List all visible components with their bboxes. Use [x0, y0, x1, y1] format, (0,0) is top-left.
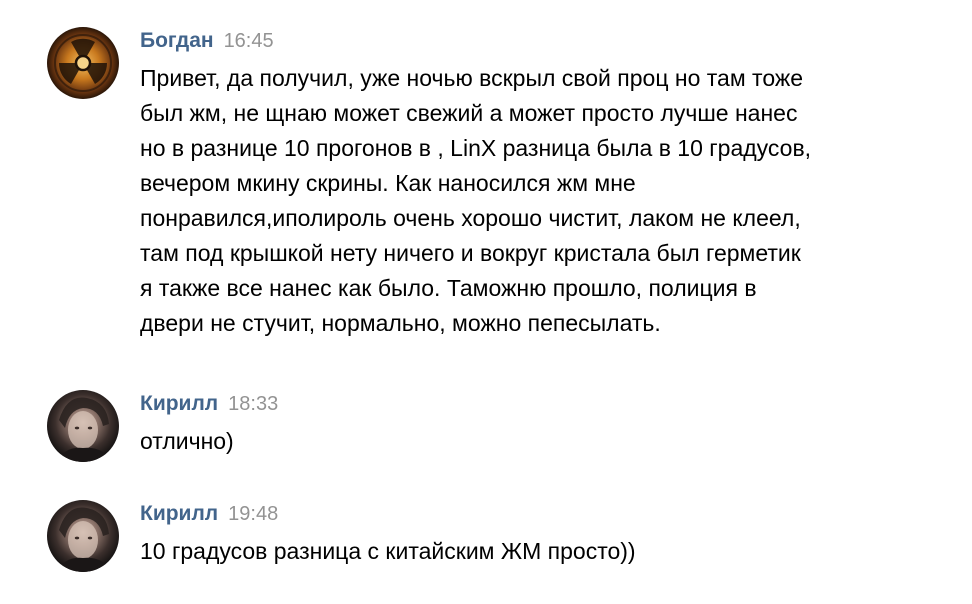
message-time[interactable]: 18:33: [228, 393, 278, 415]
message-text: Привет, да получил, уже ночью вскрыл сво…: [140, 61, 972, 341]
author-name[interactable]: Кирилл: [140, 392, 218, 415]
message-text-line: 10 градусов разница с китайским ЖМ прост…: [140, 538, 636, 564]
user-photo-icon: [47, 500, 119, 572]
message-content: Кирилл 19:48 10 градусов разница с китайс…: [140, 500, 972, 569]
message-text: отлично): [140, 424, 972, 459]
avatar[interactable]: [47, 390, 119, 462]
message-time[interactable]: 16:45: [224, 30, 274, 52]
radiation-symbol-icon: [47, 27, 119, 99]
message-content: Богдан 16:45 Привет, да получил, уже ночь…: [140, 27, 972, 341]
message-text-line: там под крышкой нету ничего и вокруг кри…: [140, 240, 801, 266]
message-header: Кирилл 18:33: [140, 390, 972, 418]
author-name[interactable]: Богдан: [140, 29, 214, 52]
user-photo-icon: [47, 390, 119, 462]
message-text-line: отлично): [140, 428, 234, 454]
message-time[interactable]: 19:48: [228, 503, 278, 525]
message-text-line: я также все нанес как было. Таможню прош…: [140, 275, 757, 301]
message-text-line: но в разнице 10 прогонов в , LinX разниц…: [140, 135, 812, 161]
message-text-line: Привет, да получил, уже ночью вскрыл сво…: [140, 65, 804, 91]
avatar[interactable]: [47, 27, 119, 99]
message-text: 10 градусов разница с китайским ЖМ прост…: [140, 534, 972, 569]
message-text-line: двери не стучит, нормально, можно пепесы…: [140, 310, 661, 336]
avatar[interactable]: [47, 500, 119, 572]
message-header: Богдан 16:45: [140, 27, 972, 55]
message-text-line: был жм, не щнаю может свежий а может про…: [140, 100, 798, 126]
message-content: Кирилл 18:33 отлично): [140, 390, 972, 459]
message-header: Кирилл 19:48: [140, 500, 972, 528]
author-name[interactable]: Кирилл: [140, 502, 218, 525]
message-text-line: понравился,иполироль очень хорошо чистит…: [140, 205, 801, 231]
message-text-line: вечером мкину скрины. Как наносился жм м…: [140, 170, 636, 196]
